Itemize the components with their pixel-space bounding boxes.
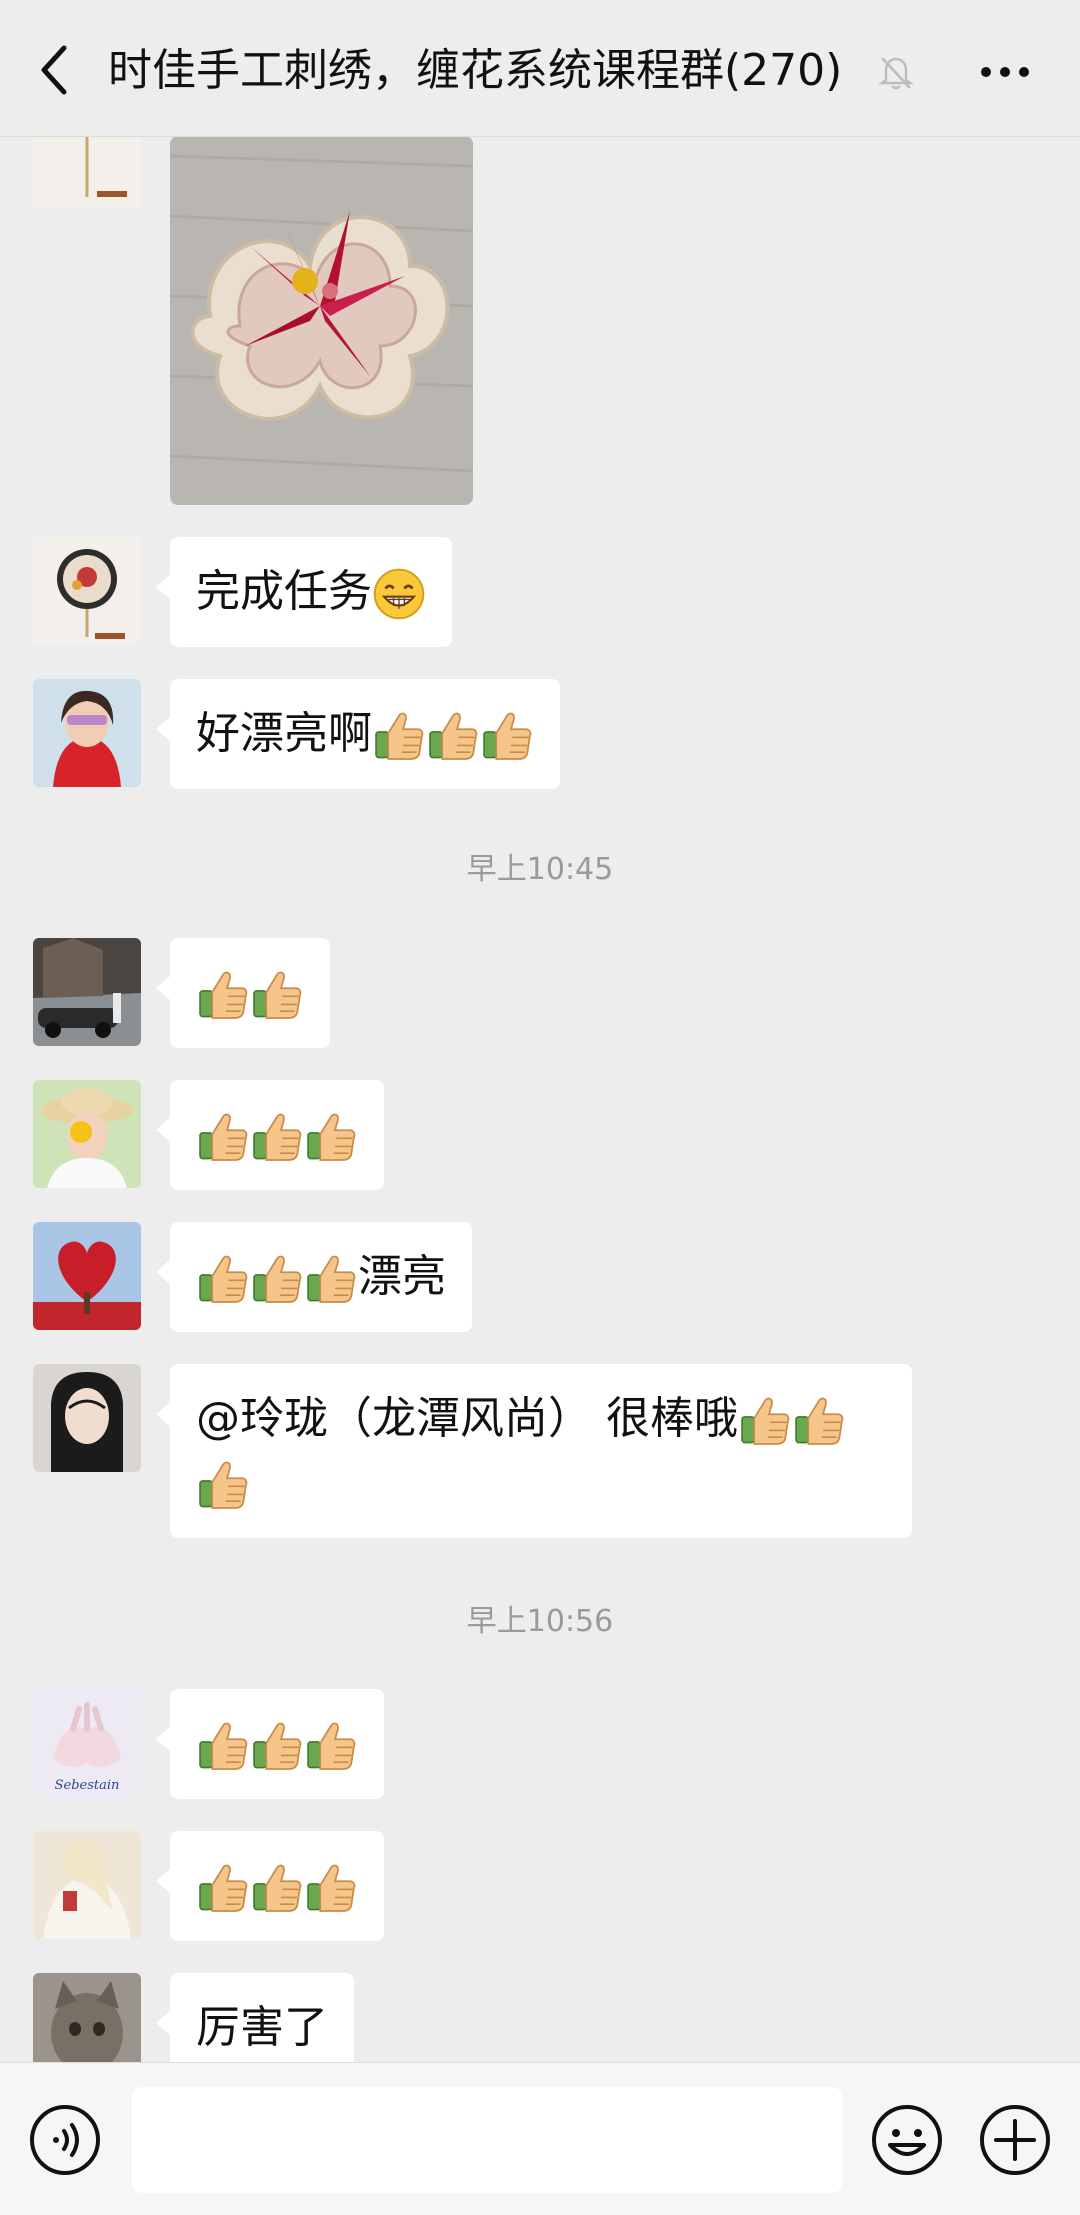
thumbs-up-emoji-icon <box>196 1458 250 1512</box>
more-dots-icon[interactable] <box>980 66 1030 78</box>
thumbs-up-emoji-icon <box>196 1719 250 1773</box>
thumbs-up-emoji-icon <box>250 1861 304 1915</box>
message-bubble[interactable]: 好漂亮啊 <box>156 679 560 789</box>
thumbs-up-emoji-icon <box>304 1719 358 1773</box>
timestamp: 早上10:56 <box>466 1604 614 1639</box>
plus-icon[interactable] <box>978 2103 1052 2177</box>
message-bubble[interactable]: 漂亮 <box>156 1222 472 1332</box>
message-input[interactable] <box>132 2087 842 2193</box>
message-bubble[interactable] <box>156 1831 384 1941</box>
message-text: @玲珑（龙潭风尚） 很棒哦 <box>196 1393 738 1444</box>
message-text: 漂亮 <box>358 1251 446 1302</box>
message-bubble[interactable] <box>156 938 330 1048</box>
avatar[interactable] <box>33 1831 141 1939</box>
voice-icon[interactable] <box>28 2103 102 2177</box>
grin-emoji-icon <box>372 567 426 621</box>
bell-muted-icon <box>878 57 914 90</box>
message-text: 好漂亮啊 <box>196 708 372 759</box>
thumbs-up-emoji-icon <box>304 1861 358 1915</box>
input-bar <box>0 2062 1080 2215</box>
timestamp: 早上10:45 <box>466 852 614 887</box>
avatar[interactable] <box>33 537 141 645</box>
avatar[interactable] <box>33 1222 141 1330</box>
message-bubble[interactable]: 完成任务 <box>156 537 452 647</box>
avatar[interactable] <box>33 1364 141 1472</box>
thumbs-up-emoji-icon <box>738 1394 792 1448</box>
thumbs-up-emoji-icon <box>426 709 480 763</box>
message-bubble[interactable] <box>156 1689 384 1799</box>
thumbs-up-emoji-icon <box>304 1110 358 1164</box>
thumbs-up-emoji-icon <box>250 1110 304 1164</box>
thumbs-up-emoji-icon <box>196 1861 250 1915</box>
avatar[interactable] <box>33 938 141 1046</box>
thumbs-up-emoji-icon <box>250 968 304 1022</box>
thumbs-up-emoji-icon <box>196 1252 250 1306</box>
chat-title: 时佳手工刺绣，缠花系统课程群(270) <box>108 45 843 96</box>
emoji-icon[interactable] <box>870 2103 944 2177</box>
thumbs-up-emoji-icon <box>372 709 426 763</box>
flower-embroidery-photo[interactable] <box>170 136 473 505</box>
avatar[interactable] <box>33 679 141 787</box>
chat-header: 时佳手工刺绣，缠花系统课程群(270) <box>0 0 1080 137</box>
back-arrow-icon[interactable] <box>34 40 74 100</box>
message-text: 完成任务 <box>196 566 372 617</box>
message-bubble[interactable]: @玲珑（龙潭风尚） 很棒哦 <box>156 1364 912 1538</box>
thumbs-up-emoji-icon <box>250 1719 304 1773</box>
thumbs-up-emoji-icon <box>250 1252 304 1306</box>
thumbs-up-emoji-icon <box>792 1394 846 1448</box>
message-bubble[interactable] <box>156 1080 384 1190</box>
thumbs-up-emoji-icon <box>196 968 250 1022</box>
message-text: 厉害了 <box>196 2002 328 2053</box>
avatar[interactable]: Sebestain <box>33 1689 141 1797</box>
thumbs-up-emoji-icon <box>304 1252 358 1306</box>
thumbs-up-emoji-icon <box>480 709 534 763</box>
avatar[interactable] <box>33 1080 141 1188</box>
avatar-caption: Sebestain <box>55 1778 120 1793</box>
thumbs-up-emoji-icon <box>196 1110 250 1164</box>
